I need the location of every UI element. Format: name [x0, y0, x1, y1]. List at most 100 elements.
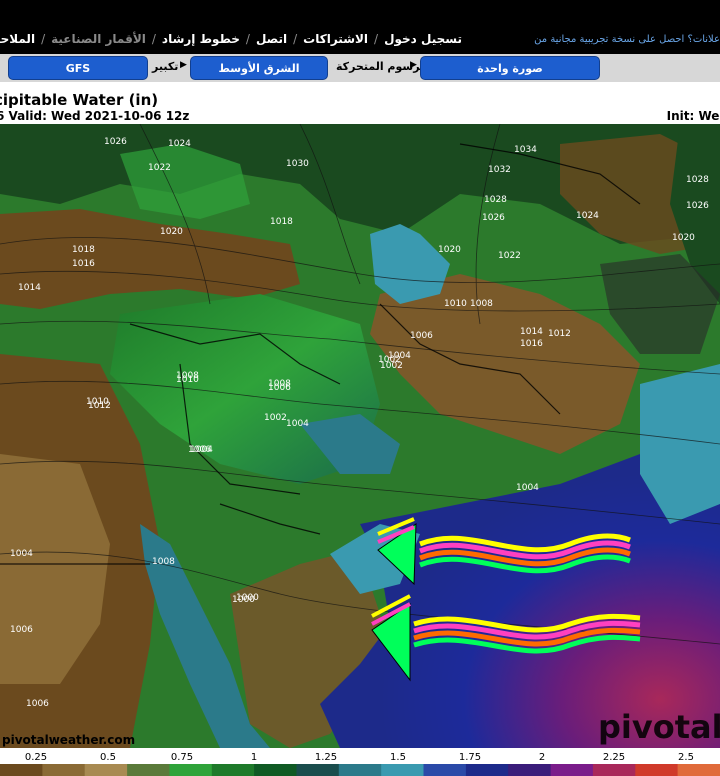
watermark-url: pivotalweather.com — [2, 733, 135, 747]
isobar-label: 1028 — [484, 195, 507, 205]
color-scale-swatch — [423, 764, 467, 776]
color-scale-tick-label: 0.5 — [100, 752, 116, 763]
color-scale-swatch — [465, 764, 509, 776]
zoom-label: تكبير — [152, 60, 179, 73]
nav-separator: / — [245, 32, 250, 46]
valid-time: 6 Valid: Wed 2021-10-06 12z — [0, 109, 190, 123]
color-scale-swatch — [550, 764, 594, 776]
isobar-label: 1004 — [10, 549, 33, 559]
isobar-label: 1008 — [176, 371, 199, 381]
isobar-label: 1024 — [576, 211, 599, 221]
color-scale-swatch — [42, 764, 86, 776]
isobar-label: 1004 — [388, 351, 411, 361]
isobar-label: 1022 — [148, 163, 171, 173]
color-scale-tick-label: 1.25 — [315, 752, 337, 763]
color-scale-tick-label: 2.25 — [603, 752, 625, 763]
weather-map[interactable]: 1026 1024 1022 1020 1018 1016 1014 1012 … — [0, 124, 720, 748]
color-scale-swatch — [84, 764, 128, 776]
color-scale-swatch — [0, 764, 43, 776]
color-scale-swatch — [592, 764, 636, 776]
triangle-icon: ▶ — [410, 60, 417, 70]
isobar-label: 1034 — [514, 145, 537, 155]
isobar-label: 1000 — [236, 593, 259, 603]
isobar-label: 1002 — [264, 413, 287, 423]
nav-satellites[interactable]: الأقمار الصناعية — [45, 32, 152, 46]
init-time: Init: Wed — [666, 109, 720, 123]
isobar-label: 1004 — [190, 445, 213, 455]
color-scale-tick-label: 1.5 — [390, 752, 406, 763]
nav-contact[interactable]: اتصل — [250, 32, 293, 46]
isobar-label: 1004 — [516, 483, 539, 493]
triangle-icon: ▶ — [180, 60, 187, 70]
map-header: cipitable Water (in) 6 Valid: Wed 2021-1… — [0, 82, 720, 124]
animation-select[interactable]: صورة واحدة — [420, 56, 600, 80]
color-scale-tick-label: 0.25 — [25, 752, 47, 763]
nav-guidelines[interactable]: خطوط إرشاد — [156, 32, 246, 46]
isobar-label: 1014 — [520, 327, 543, 337]
color-scale-svg: 0.25 0.5 0.75 1 1.25 1.5 1.75 2 2.25 2.5 — [0, 752, 720, 776]
isobar-label: 1026 — [686, 201, 709, 211]
nav-subscriptions[interactable]: الاشتراكات — [297, 32, 374, 46]
color-scale-tick-label: 1 — [251, 752, 257, 763]
isobar-label: 1004 — [286, 419, 309, 429]
color-scale-swatch — [508, 764, 552, 776]
region-select[interactable]: الشرق الأوسط — [190, 56, 328, 80]
nav-notes[interactable]: الملاحظات — [0, 32, 41, 46]
isobar-label: 1006 — [268, 383, 291, 393]
color-scale-tick-label: 2.5 — [678, 752, 694, 763]
isobar-label: 1002 — [380, 361, 403, 371]
isobar-label: 1014 — [18, 283, 41, 293]
nav-separator: / — [374, 32, 379, 46]
color-scale-tick-label: 2 — [539, 752, 545, 763]
color-scale-swatch — [338, 764, 382, 776]
color-scale-tick-label: 0.75 — [171, 752, 193, 763]
color-scale-bars — [0, 764, 720, 776]
color-scale-ticks: 0.25 0.5 0.75 1 1.25 1.5 1.75 2 2.25 2.5 — [25, 752, 694, 763]
isobar-label: 1026 — [104, 137, 127, 147]
nav-links: تسجيل دخول / الاشتراكات / اتصل / خطوط إر… — [0, 32, 468, 46]
isobar-label: 1010 — [444, 299, 467, 309]
isobar-label: 1024 — [168, 139, 191, 149]
color-scale-swatch — [677, 764, 720, 776]
map-canvas: 1026 1024 1022 1020 1018 1016 1014 1012 … — [0, 124, 720, 748]
isobar-label: 1028 — [686, 175, 709, 185]
color-scale-swatch — [169, 764, 213, 776]
isobar-label: 1022 — [498, 251, 521, 261]
isobar-label: 1020 — [438, 245, 461, 255]
nav-separator: / — [293, 32, 298, 46]
isobar-label: 1020 — [160, 227, 183, 237]
isobar-label: 1030 — [286, 159, 309, 169]
trial-promo-link[interactable]: علانات؟ احصل على نسخة تجريبية مجانية من — [534, 34, 720, 45]
isobar-label: 1032 — [488, 165, 511, 175]
color-scale-swatch — [127, 764, 170, 776]
model-select[interactable]: GFS — [8, 56, 148, 80]
top-navigation: علانات؟ احصل على نسخة تجريبية مجانية من … — [0, 32, 720, 52]
nav-login[interactable]: تسجيل دخول — [378, 32, 468, 46]
isobar-label: 1008 — [470, 299, 493, 309]
color-scale-swatch — [211, 764, 255, 776]
site-header: علانات؟ احصل على نسخة تجريبية مجانية من … — [0, 0, 720, 54]
isobar-label: 1016 — [520, 339, 543, 349]
isobar-label: 1006 — [26, 699, 49, 709]
isobar-label: 1006 — [410, 331, 433, 341]
model-selector-bar: GFS تكبير ▶ الشرق الأوسط الرسوم المتحركة… — [0, 54, 720, 82]
isobar-label: 1012 — [548, 329, 571, 339]
color-scale-swatch — [254, 764, 297, 776]
nav-separator: / — [41, 32, 46, 46]
map-title: cipitable Water (in) — [0, 91, 159, 109]
color-scale-swatch — [381, 764, 425, 776]
color-scale: 0.25 0.5 0.75 1 1.25 1.5 1.75 2 2.25 2.5 — [0, 748, 720, 776]
isobar-label: 1018 — [72, 245, 95, 255]
isobar-label: 1016 — [72, 259, 95, 269]
isobar-label: 1006 — [10, 625, 33, 635]
nav-separator: / — [151, 32, 156, 46]
isobar-label: 1018 — [270, 217, 293, 227]
color-scale-swatch — [296, 764, 340, 776]
color-scale-swatch — [635, 764, 679, 776]
pivotal-logo: pivotal — [598, 708, 720, 746]
isobar-label: 1026 — [482, 213, 505, 223]
color-scale-tick-label: 1.75 — [459, 752, 481, 763]
isobar-label: 1020 — [672, 233, 695, 243]
isobar-label: 1010 — [86, 397, 109, 407]
isobar-label: 1008 — [152, 557, 175, 567]
